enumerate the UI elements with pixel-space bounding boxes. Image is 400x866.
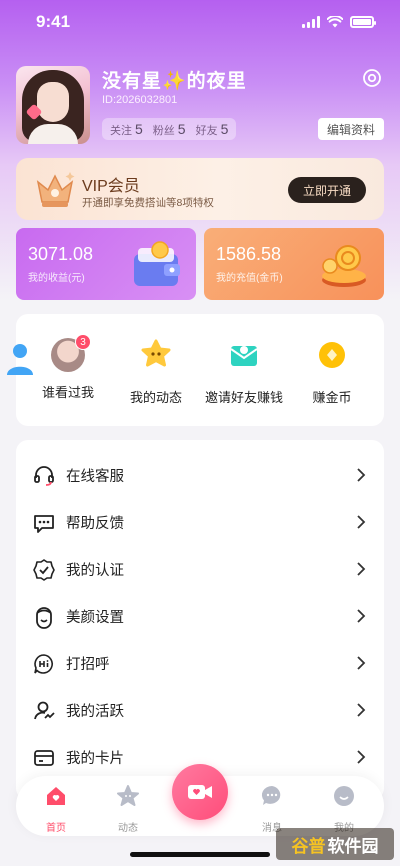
headset-icon	[34, 465, 54, 486]
quick-action-label: 我的动态	[129, 390, 182, 405]
quick-who-viewed-me[interactable]: 3 谁看过我	[22, 334, 114, 401]
cellular-signal-icon	[302, 16, 320, 28]
video-call-button[interactable]	[172, 764, 228, 820]
recharge-card[interactable]: 1586.58 我的充值(金币)	[204, 228, 384, 300]
wifi-icon	[327, 16, 343, 28]
tab-home[interactable]: 首页	[28, 784, 84, 834]
profile-header: 没有星✨的夜里 ID:2026032801 关注 5 粉丝 5 好友 5 编辑资料	[16, 66, 384, 144]
earnings-label: 我的收益(元)	[28, 273, 85, 284]
coins-icon	[322, 245, 366, 287]
menu-help-feedback[interactable]: 帮助反馈	[16, 499, 384, 546]
watermark-part2: 软件园	[327, 836, 379, 856]
follow-stats: 关注 5 粉丝 5 好友 5	[102, 118, 237, 140]
chevron-right-icon	[357, 515, 366, 529]
profile-icon	[334, 786, 354, 806]
menu-label: 美颜设置	[66, 610, 124, 626]
chat-bubble-icon	[34, 514, 54, 533]
vip-subtitle: 开通即享免费搭讪等8项特权	[82, 197, 214, 209]
watermark: 谷普 软件园	[276, 828, 394, 860]
quick-action-label: 赚金币	[312, 390, 352, 405]
settings-menu: 在线客服 帮助反馈 我的认证 美颜设置 打招呼 我的活跃 我的卡片	[16, 440, 384, 800]
face-beauty-icon	[36, 606, 52, 629]
menu-label: 我的卡片	[66, 751, 124, 767]
envelope-icon	[230, 346, 258, 366]
tab-messages[interactable]: 消息	[244, 784, 300, 834]
quick-action-label: 邀请好友赚钱	[204, 390, 283, 405]
home-indicator	[130, 852, 270, 857]
wallet-icon	[134, 241, 180, 286]
visitor-avatar-icon: 3	[51, 334, 91, 372]
menu-my-verification[interactable]: 我的认证	[16, 546, 384, 593]
tab-label: 首页	[46, 823, 66, 834]
vip-crown-icon	[36, 172, 75, 207]
video-call-icon	[188, 785, 212, 799]
quick-action-label: 谁看过我	[41, 385, 94, 400]
chevron-right-icon	[357, 562, 366, 576]
person-icon[interactable]	[6, 342, 34, 376]
menu-label: 我的活跃	[66, 704, 124, 720]
vip-banner[interactable]: VIP会员 开通即享免费搭讪等8项特权 立即开通	[16, 158, 384, 220]
chevron-right-icon	[357, 750, 366, 764]
watermark-part1: 谷普	[291, 836, 326, 856]
stat-following-value: 5	[135, 120, 143, 137]
quick-my-moments[interactable]: 我的动态	[110, 338, 202, 406]
message-icon	[261, 785, 281, 805]
chevron-right-icon	[357, 656, 366, 670]
stat-friends-value: 5	[220, 120, 229, 137]
menu-my-activity[interactable]: 我的活跃	[16, 687, 384, 734]
visitor-count-badge: 3	[75, 334, 91, 350]
home-icon	[47, 787, 65, 805]
chevron-right-icon	[357, 468, 366, 482]
star-icon	[117, 785, 139, 806]
user-id: ID:2026032801	[102, 94, 178, 106]
menu-label: 打招呼	[66, 657, 110, 673]
stat-fans-label: 粉丝	[152, 124, 175, 137]
earnings-amount: 3071.08	[28, 244, 94, 264]
recharge-amount: 1586.58	[216, 244, 282, 264]
recharge-label: 我的充值(金币)	[216, 273, 283, 284]
battery-icon	[350, 16, 376, 28]
star-face-icon	[141, 339, 171, 367]
menu-say-hi[interactable]: 打招呼	[16, 640, 384, 687]
tab-label: 动态	[118, 823, 138, 834]
menu-beauty-settings[interactable]: 美颜设置	[16, 593, 384, 640]
stat-following-label: 关注	[110, 124, 132, 137]
coin-icon	[319, 342, 345, 368]
menu-label: 在线客服	[66, 469, 124, 485]
earnings-card[interactable]: 3071.08 我的收益(元)	[16, 228, 196, 300]
quick-actions: 3 谁看过我 我的动态 邀请好友赚钱 赚金币	[16, 314, 384, 426]
hi-bubble-icon	[34, 653, 53, 674]
tab-moments[interactable]: 动态	[100, 784, 156, 834]
tab-me[interactable]: 我的	[316, 784, 372, 834]
stat-friends-label: 好友	[195, 124, 218, 137]
status-time: 9:41	[36, 12, 71, 31]
quick-earn-coins[interactable]: 赚金币	[286, 338, 378, 406]
status-icons	[302, 16, 376, 28]
user-name: 没有星✨的夜里	[102, 71, 247, 92]
menu-label: 帮助反馈	[66, 516, 124, 532]
menu-online-service[interactable]: 在线客服	[16, 452, 384, 499]
stat-friends[interactable]: 好友 5	[196, 121, 229, 138]
quick-invite-friends[interactable]: 邀请好友赚钱	[198, 338, 290, 406]
status-bar: 9:41	[0, 0, 400, 44]
menu-label: 我的认证	[66, 563, 124, 579]
avatar[interactable]	[16, 66, 90, 144]
card-icon	[34, 749, 54, 766]
verified-badge-icon	[33, 558, 55, 581]
vip-title: VIP会员	[82, 178, 140, 195]
chevron-right-icon	[357, 703, 366, 717]
settings-icon[interactable]	[362, 68, 382, 88]
chevron-right-icon	[357, 609, 366, 623]
stat-fans[interactable]: 粉丝 5	[153, 121, 186, 138]
edit-profile-button[interactable]: 编辑资料	[318, 118, 384, 140]
stat-fans-value: 5	[177, 120, 186, 137]
stat-following[interactable]: 关注 5	[110, 121, 143, 138]
activity-icon	[34, 701, 55, 719]
vip-open-button[interactable]: 立即开通	[288, 177, 366, 203]
bottom-tab-bar: 首页 动态 消息 我的	[16, 764, 384, 836]
